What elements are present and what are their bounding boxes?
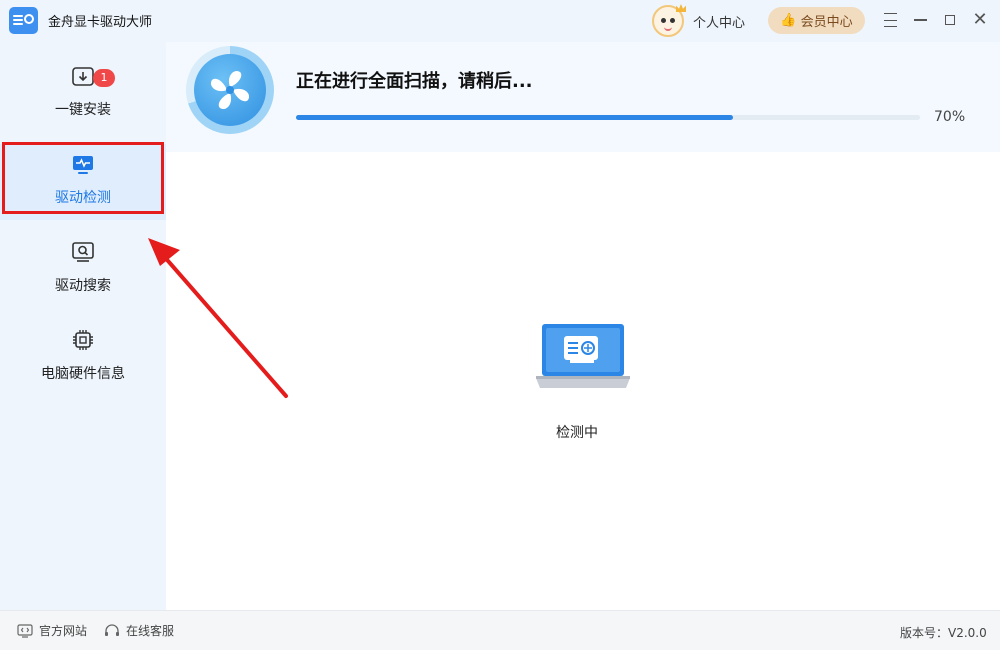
sidebar-item-label: 一键安装: [55, 102, 111, 118]
vip-center-label: 会员中心: [800, 15, 853, 30]
monitor-pulse-icon: [73, 156, 93, 174]
scan-title: 正在进行全面扫描，请稍后...: [296, 71, 533, 92]
scan-progress-ring: [186, 46, 274, 134]
download-icon: [72, 67, 94, 86]
online-service-link[interactable]: 在线客服: [104, 622, 174, 639]
scan-header: 正在进行全面扫描，请稍后... 70%: [166, 42, 1000, 152]
headset-icon: [105, 623, 119, 636]
official-site-label: 官方网站: [39, 624, 88, 638]
laptop-graphics-card-icon: [536, 324, 630, 388]
official-site-link[interactable]: 官方网站: [17, 622, 87, 639]
sidebar-item-one-click-install[interactable]: 1 一键安装: [0, 56, 166, 132]
sidebar-item-label: 驱动检测: [55, 190, 111, 206]
crown-icon: [676, 4, 686, 12]
sidebar: 1 一键安装 驱动检测 驱动搜索 电脑硬件信息: [0, 42, 166, 610]
thumbs-up-icon: 👍: [780, 13, 797, 28]
version-label: 版本号：V2.0.0: [900, 626, 987, 640]
app-title: 金舟显卡驱动大师: [48, 15, 153, 30]
progress-bar: [296, 115, 920, 120]
footer: 官方网站 在线客服 版本号：V2.0.0: [0, 610, 1000, 650]
menu-icon[interactable]: [880, 10, 900, 30]
sidebar-item-label: 电脑硬件信息: [41, 366, 125, 382]
app-logo-icon: [9, 7, 38, 34]
monitor-search-icon: [72, 242, 94, 262]
maximize-icon[interactable]: [940, 10, 960, 30]
user-avatar[interactable]: [652, 4, 686, 37]
minimize-icon[interactable]: [910, 10, 930, 30]
chip-icon: [73, 330, 93, 350]
sidebar-item-driver-detect[interactable]: 驱动检测: [0, 144, 166, 220]
sidebar-item-driver-search[interactable]: 驱动搜索: [0, 232, 166, 308]
website-icon: [17, 623, 33, 638]
sidebar-item-label: 驱动搜索: [55, 278, 111, 294]
personal-center-link[interactable]: 个人中心: [693, 12, 745, 31]
notification-badge: 1: [93, 69, 115, 87]
close-icon[interactable]: ✕: [970, 10, 990, 30]
title-bar: 金舟显卡驱动大师 个人中心 👍 会员中心 ✕: [0, 0, 1000, 42]
sidebar-item-hardware-info[interactable]: 电脑硬件信息: [0, 320, 166, 396]
vip-center-button[interactable]: 👍 会员中心: [768, 7, 865, 34]
progress-fill: [296, 115, 733, 120]
progress-percent: 70%: [934, 109, 966, 125]
fan-icon: [211, 70, 249, 110]
online-service-label: 在线客服: [126, 624, 175, 638]
detecting-status: 检测中: [556, 425, 598, 441]
